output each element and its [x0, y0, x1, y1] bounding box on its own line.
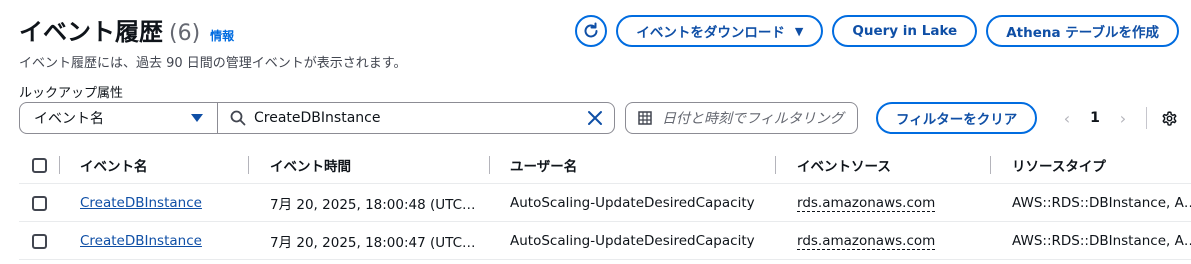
event-source-cell: rds.amazonaws.com: [797, 184, 936, 222]
row-checkbox[interactable]: [32, 195, 47, 211]
column-header-event-name[interactable]: イベント名: [80, 146, 148, 184]
resource-type: AWS::RDS::DBInstance, A…: [1012, 233, 1191, 249]
page-description: イベント履歴には、過去 90 日間の管理イベントが表示されます。: [19, 56, 407, 71]
caret-down-icon: [191, 114, 203, 122]
date-time-filter[interactable]: 日付と時刻でフィルタリング: [625, 102, 858, 134]
column-divider[interactable]: [248, 156, 249, 174]
table-row[interactable]: CreateDBInstance 7月 20, 2025, 18:00:48 (…: [19, 184, 1191, 222]
event-count: (6): [169, 21, 201, 46]
lookup-attribute-select[interactable]: イベント名: [19, 102, 218, 134]
date-time-filter-placeholder: 日付と時刻でフィルタリング: [662, 111, 844, 127]
refresh-icon: [584, 22, 598, 38]
event-time: 7月 20, 2025, 18:00:48 (UTC…: [270, 197, 476, 213]
lookup-attribute-label: ルックアップ属性: [19, 86, 124, 101]
user-name: AutoScaling-UpdateDesiredCapacity: [510, 233, 755, 249]
download-events-label: イベントをダウンロード: [636, 25, 785, 41]
lookup-value-input[interactable]: CreateDBInstance: [217, 102, 615, 134]
column-divider[interactable]: [489, 156, 490, 174]
user-name: AutoScaling-UpdateDesiredCapacity: [510, 195, 755, 211]
event-source[interactable]: rds.amazonaws.com: [797, 195, 936, 212]
column-header-resource-type[interactable]: リソースタイプ: [1012, 146, 1106, 184]
column-header-event-time[interactable]: イベント時間: [270, 146, 351, 184]
calendar-icon: [638, 111, 652, 125]
info-link[interactable]: 情報: [210, 27, 234, 44]
event-time: 7月 20, 2025, 18:00:47 (UTC…: [270, 235, 476, 251]
clear-filter-button[interactable]: フィルターをクリア: [876, 102, 1038, 134]
column-divider[interactable]: [775, 156, 776, 174]
row-checkbox-cell: [32, 222, 47, 260]
column-divider: [59, 156, 60, 174]
current-page[interactable]: 1: [1076, 110, 1114, 126]
gear-icon[interactable]: [1161, 110, 1178, 127]
events-table: イベント名 イベント時間 ユーザー名 イベントソース リソースタイプ Creat…: [19, 146, 1191, 260]
search-icon: [230, 110, 246, 126]
event-name-link[interactable]: CreateDBInstance: [80, 184, 202, 222]
pagination: ‹ 1 ›: [1058, 102, 1178, 134]
header-actions: イベントをダウンロード ▼ Query in Lake Athena テーブルを…: [575, 15, 1179, 47]
event-name-link[interactable]: CreateDBInstance: [80, 222, 202, 260]
column-header-user-name[interactable]: ユーザー名: [510, 146, 577, 184]
close-icon[interactable]: [586, 109, 604, 127]
lookup-value-text: CreateDBInstance: [254, 110, 381, 126]
column-header-event-source[interactable]: イベントソース: [797, 146, 891, 184]
resource-type: AWS::RDS::DBInstance, A…: [1012, 195, 1191, 211]
row-checkbox[interactable]: [32, 233, 47, 249]
table-row[interactable]: CreateDBInstance 7月 20, 2025, 18:00:47 (…: [19, 222, 1191, 260]
caret-down-icon: ▼: [794, 24, 804, 38]
chevron-left-icon[interactable]: ‹: [1058, 109, 1076, 128]
query-in-lake-button[interactable]: Query in Lake: [832, 15, 978, 47]
lookup-attribute-value: イベント名: [34, 111, 104, 127]
column-divider[interactable]: [990, 156, 991, 174]
pager-divider: [1146, 107, 1147, 129]
refresh-button[interactable]: [575, 15, 608, 47]
event-source-cell: rds.amazonaws.com: [797, 222, 936, 260]
row-checkbox-cell: [32, 184, 47, 222]
chevron-right-icon[interactable]: ›: [1114, 109, 1132, 128]
create-athena-table-button[interactable]: Athena テーブルを作成: [986, 15, 1179, 47]
table-header-row: イベント名 イベント時間 ユーザー名 イベントソース リソースタイプ: [19, 146, 1191, 184]
event-source[interactable]: rds.amazonaws.com: [797, 233, 936, 250]
page-title: イベント履歴: [19, 18, 163, 46]
select-all-checkbox-cell: [32, 146, 47, 184]
page-header: イベント履歴 (6) 情報: [19, 12, 234, 47]
download-events-button[interactable]: イベントをダウンロード ▼: [616, 15, 824, 47]
select-all-checkbox[interactable]: [32, 157, 47, 173]
